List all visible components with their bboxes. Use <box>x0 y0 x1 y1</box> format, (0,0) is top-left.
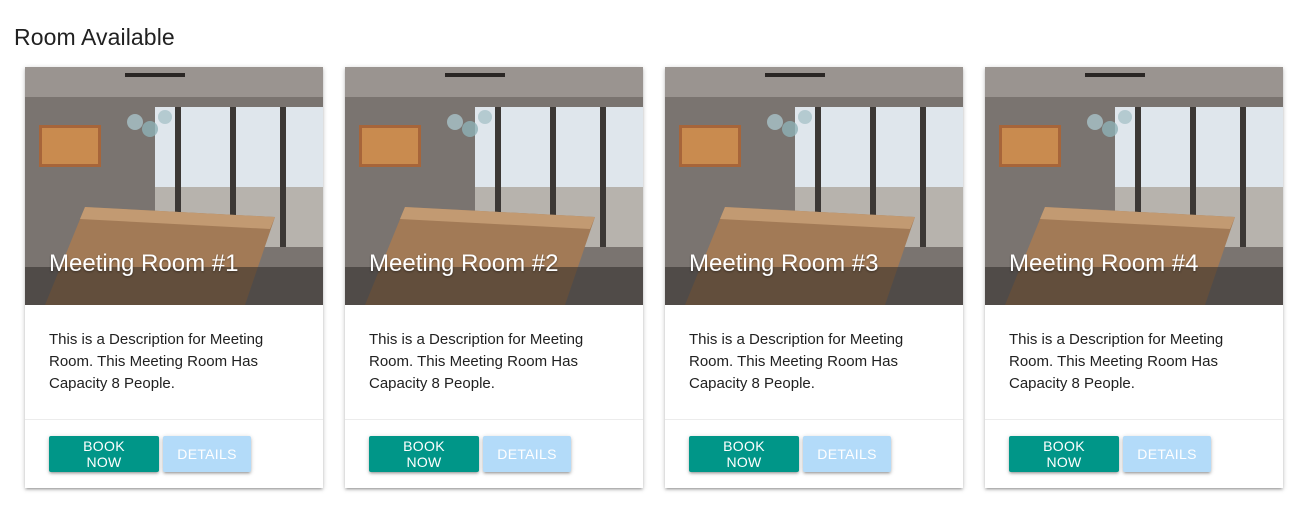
book-now-button[interactable]: BOOK NOW <box>1009 436 1119 472</box>
room-title: Meeting Room #3 <box>689 250 879 277</box>
book-now-button[interactable]: BOOK NOW <box>369 436 479 472</box>
room-description: This is a Description for Meeting Room. … <box>689 331 904 392</box>
card-actions: BOOK NOW DETAILS <box>985 419 1283 488</box>
details-button[interactable]: DETAILS <box>483 436 571 472</box>
page-title: Room Available <box>14 24 175 50</box>
room-photo: Meeting Room #1 <box>25 67 323 305</box>
details-button[interactable]: DETAILS <box>163 436 251 472</box>
room-card: Meeting Room #4 This is a Description fo… <box>985 67 1283 488</box>
book-now-button[interactable]: BOOK NOW <box>49 436 159 472</box>
room-description: This is a Description for Meeting Room. … <box>49 331 264 392</box>
room-photo: Meeting Room #2 <box>345 67 643 305</box>
room-card-list: Meeting Room #1 This is a Description fo… <box>25 67 1283 488</box>
room-description: This is a Description for Meeting Room. … <box>369 331 584 392</box>
room-photo: Meeting Room #3 <box>665 67 963 305</box>
book-now-button[interactable]: BOOK NOW <box>689 436 799 472</box>
details-button[interactable]: DETAILS <box>1123 436 1211 472</box>
room-title: Meeting Room #4 <box>1009 250 1199 277</box>
room-title: Meeting Room #1 <box>49 250 239 277</box>
room-card: Meeting Room #2 This is a Description fo… <box>345 67 643 488</box>
card-actions: BOOK NOW DETAILS <box>25 419 323 488</box>
room-card: Meeting Room #1 This is a Description fo… <box>25 67 323 488</box>
room-title: Meeting Room #2 <box>369 250 559 277</box>
details-button[interactable]: DETAILS <box>803 436 891 472</box>
card-actions: BOOK NOW DETAILS <box>665 419 963 488</box>
room-description: This is a Description for Meeting Room. … <box>1009 331 1224 392</box>
card-actions: BOOK NOW DETAILS <box>345 419 643 488</box>
room-photo: Meeting Room #4 <box>985 67 1283 305</box>
room-card: Meeting Room #3 This is a Description fo… <box>665 67 963 488</box>
